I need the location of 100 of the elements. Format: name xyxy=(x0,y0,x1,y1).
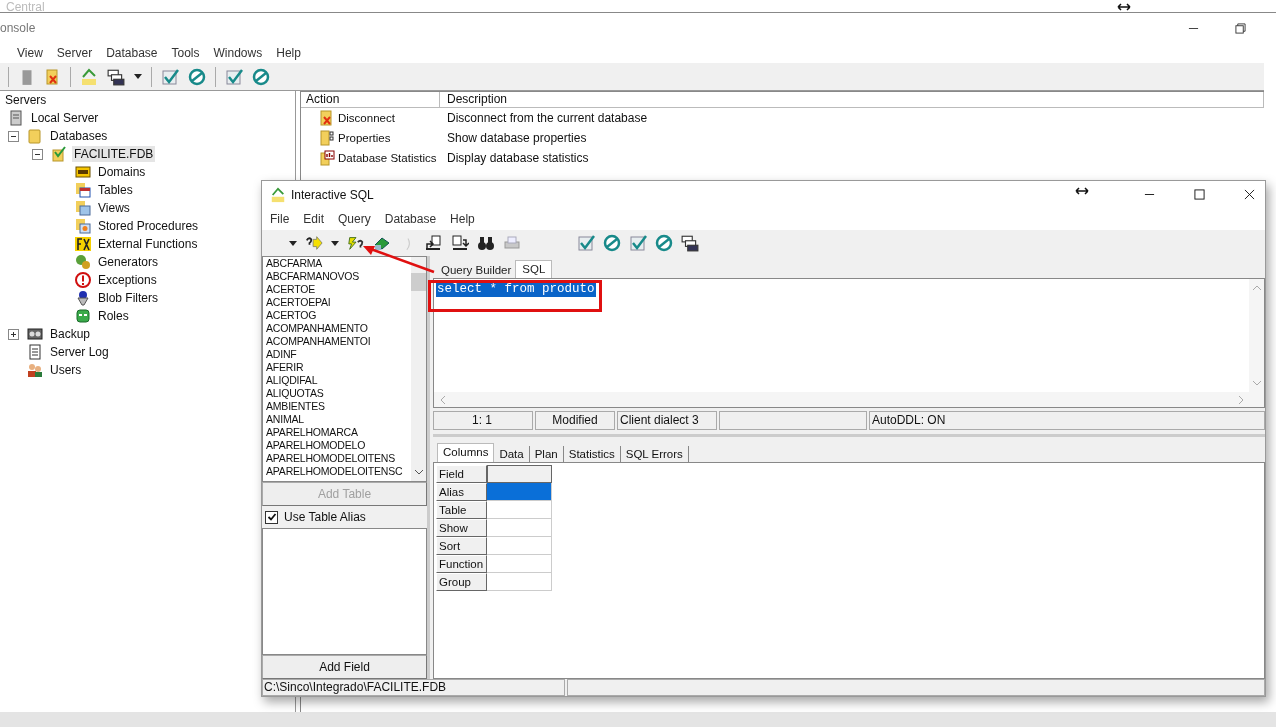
tab[interactable]: SQL xyxy=(515,260,553,278)
add-field-button[interactable]: Add Field xyxy=(262,655,427,679)
folder-icon xyxy=(27,128,43,144)
menu-item[interactable]: Query xyxy=(338,212,379,226)
maximize-icon[interactable] xyxy=(1194,189,1205,200)
tree-item[interactable]: Blob Filters xyxy=(96,290,161,306)
checkbox[interactable] xyxy=(265,510,278,524)
menu-item[interactable]: Help xyxy=(276,46,309,60)
windows-icon[interactable] xyxy=(107,67,125,86)
table-list-item[interactable]: ACOMPANHAMENTOI xyxy=(266,335,411,348)
tree-item[interactable]: Domains xyxy=(96,164,148,180)
caret-icon[interactable] xyxy=(134,74,142,79)
table-list-item[interactable]: APARELHOMODELOITENS xyxy=(266,452,411,465)
scroll-down-icon[interactable] xyxy=(414,470,423,475)
scroll-right-icon[interactable] xyxy=(1239,395,1244,404)
table-list-item[interactable]: AMBIENTES xyxy=(266,400,411,413)
column-header[interactable]: Action xyxy=(301,92,440,108)
lightning-icon[interactable] xyxy=(347,234,365,252)
close-icon[interactable] xyxy=(1244,189,1255,200)
cancel-icon[interactable] xyxy=(188,67,206,86)
scroll-up-icon[interactable] xyxy=(1252,285,1261,290)
table-list-item[interactable]: ADINF xyxy=(266,348,411,361)
tree-item[interactable]: FACILITE.FDB xyxy=(72,146,156,162)
tree-item[interactable]: Server Log xyxy=(48,344,111,360)
windows-icon[interactable] xyxy=(681,234,699,252)
sql-icon[interactable] xyxy=(80,67,98,86)
table-list-item[interactable]: ABCFARMANOVOS xyxy=(266,270,411,283)
tree-item[interactable]: Stored Procedures xyxy=(96,218,201,234)
tree-item[interactable]: Databases xyxy=(48,128,110,144)
binoculars-icon[interactable] xyxy=(477,234,495,252)
table-list-item[interactable]: ACOMPANHAMENTO xyxy=(266,322,411,335)
table-list-item[interactable]: APARELHOMODELOITENSC xyxy=(266,465,411,478)
menu-item[interactable]: Tools xyxy=(171,46,208,60)
menu-item[interactable]: View xyxy=(17,46,51,60)
check-icon[interactable] xyxy=(629,234,647,252)
scroll-left-icon[interactable] xyxy=(440,395,445,404)
action-link[interactable]: Disconnect xyxy=(338,112,395,124)
cancel-icon[interactable] xyxy=(603,234,621,252)
tree-item[interactable]: Users xyxy=(48,362,84,378)
scrollbar[interactable] xyxy=(411,257,426,481)
menu-item[interactable]: Server xyxy=(56,46,101,60)
cancel-icon[interactable] xyxy=(655,234,673,252)
help-arrow-icon[interactable] xyxy=(305,234,323,252)
menu-item[interactable]: Windows xyxy=(213,46,271,60)
table-list-item[interactable]: APARELHOMARCA xyxy=(266,426,411,439)
caret-icon[interactable] xyxy=(331,240,339,246)
table-list-item[interactable]: ACERTOE xyxy=(266,283,411,296)
tree-item[interactable]: Exceptions xyxy=(96,272,159,288)
menu-item[interactable]: Database xyxy=(106,46,166,60)
check-icon[interactable] xyxy=(225,67,243,86)
column-header[interactable]: Description xyxy=(440,92,1264,108)
tab[interactable]: Query Builder xyxy=(437,262,516,278)
menu-item[interactable]: Edit xyxy=(303,212,333,226)
table-list-item[interactable]: ANIMAL xyxy=(266,413,411,426)
import-icon[interactable] xyxy=(451,234,469,252)
table-list-item[interactable]: ALIQDIFAL xyxy=(266,374,411,387)
caret-icon[interactable] xyxy=(289,240,297,246)
menu-item[interactable]: Help xyxy=(450,212,483,226)
table-list-item[interactable]: APARELHOMODELO xyxy=(266,439,411,452)
menu-item[interactable]: Database xyxy=(384,212,445,226)
disconnect-icon[interactable] xyxy=(45,68,61,85)
tree-item[interactable]: Tables xyxy=(96,182,135,198)
procedure-icon xyxy=(75,218,91,234)
grid-cell[interactable] xyxy=(487,465,552,483)
tree-item[interactable]: Backup xyxy=(48,326,93,342)
window-title: Interactive SQL xyxy=(291,187,374,202)
table-list-item[interactable]: ALIQUOTAS xyxy=(266,387,411,400)
table-list-item[interactable]: AFERIR xyxy=(266,361,411,374)
action-description: Show database properties xyxy=(446,131,587,145)
collapse-toggle[interactable] xyxy=(32,148,43,160)
cancel-icon[interactable] xyxy=(252,67,270,86)
document-icon xyxy=(27,344,43,360)
sql-editor[interactable]: select * from produto xyxy=(433,278,1265,408)
scrollbar[interactable] xyxy=(434,392,1264,407)
tab[interactable]: Columns xyxy=(437,443,495,462)
collapse-toggle[interactable] xyxy=(8,130,19,142)
restore-icon[interactable] xyxy=(1235,22,1246,34)
action-link[interactable]: Properties xyxy=(338,132,391,144)
action-link[interactable]: Database Statistics xyxy=(338,152,437,164)
export-icon[interactable] xyxy=(425,234,443,252)
table-list-item[interactable]: ACERTOEPAI xyxy=(266,296,411,309)
tree-item[interactable]: Roles xyxy=(96,308,131,324)
server-icon xyxy=(8,110,24,126)
menu-item[interactable]: File xyxy=(270,212,298,226)
table-icon xyxy=(75,182,91,198)
row-header: Alias xyxy=(436,483,487,501)
tree-item[interactable]: Local Server xyxy=(29,110,101,126)
check-icon[interactable] xyxy=(161,67,179,86)
status-path: C:\Sinco\Integrado\FACILITE.FDB xyxy=(262,679,565,696)
tree-item[interactable]: External Functions xyxy=(96,236,200,252)
tree-item[interactable]: Views xyxy=(96,200,132,216)
scrollbar-thumb[interactable] xyxy=(411,273,426,291)
users-icon xyxy=(27,362,43,378)
tree-item[interactable]: Generators xyxy=(96,254,161,270)
expand-toggle[interactable] xyxy=(8,328,19,340)
checkbox-label[interactable]: Use Table Alias xyxy=(284,510,366,524)
table-list-item[interactable]: ACERTOG xyxy=(266,309,411,322)
scrollbar[interactable] xyxy=(1249,279,1264,392)
table-list-item[interactable]: ABCFARMA xyxy=(266,257,411,270)
check-icon[interactable] xyxy=(577,234,595,252)
